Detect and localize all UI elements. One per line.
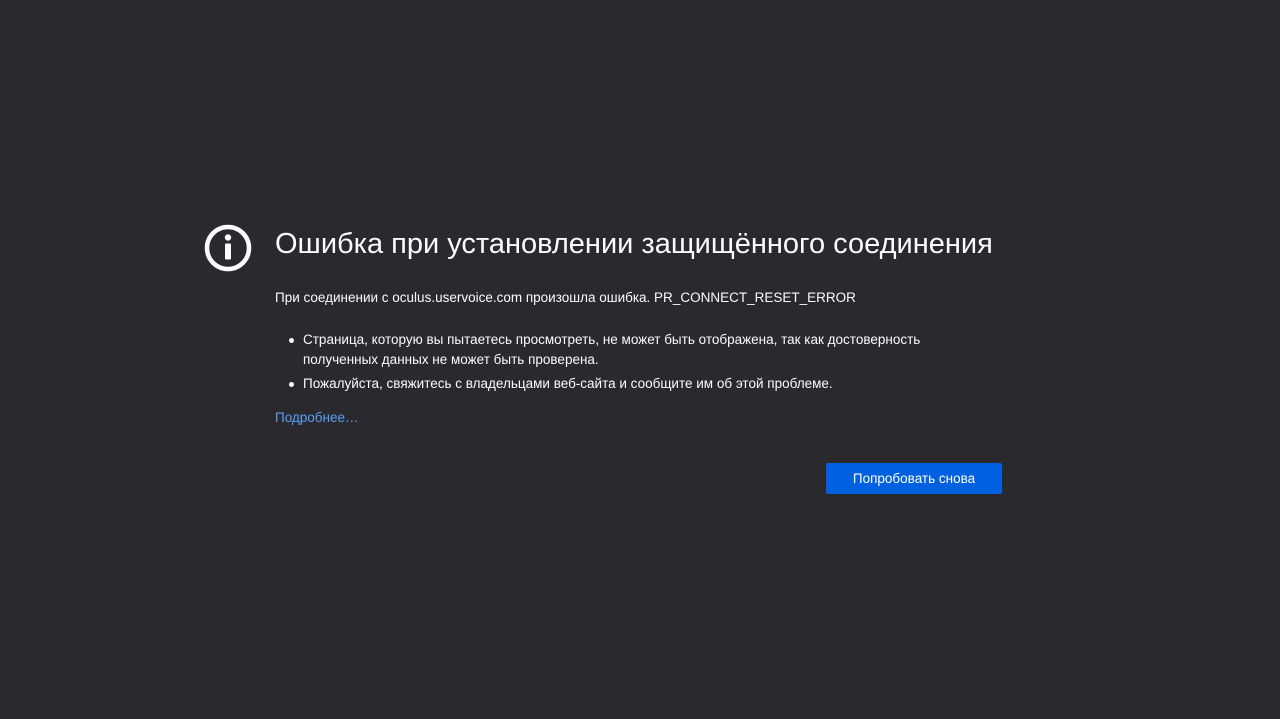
error-title: Ошибка при установлении защищённого соед… — [275, 228, 993, 260]
list-item: Страница, которую вы пытаетесь просмотре… — [289, 330, 1003, 370]
error-short-description: При соединении с oculus.uservoice.com пр… — [275, 290, 856, 305]
info-icon — [204, 224, 252, 272]
list-item: Пожалуйста, свяжитесь с владельцами веб-… — [289, 374, 1003, 394]
error-content: Ошибка при установлении защищённого соед… — [275, 222, 1003, 494]
button-row: Попробовать снова — [826, 463, 1002, 494]
list-item-text: Пожалуйста, свяжитесь с владельцами веб-… — [303, 376, 833, 391]
try-again-button[interactable]: Попробовать снова — [826, 463, 1002, 494]
bullet-icon — [289, 382, 294, 387]
learn-more-link[interactable]: Подробнее… — [275, 408, 359, 428]
bullet-icon — [289, 338, 294, 343]
error-details-list: Страница, которую вы пытаетесь просмотре… — [275, 330, 1003, 394]
list-item-text: Страница, которую вы пытаетесь просмотре… — [303, 332, 921, 367]
